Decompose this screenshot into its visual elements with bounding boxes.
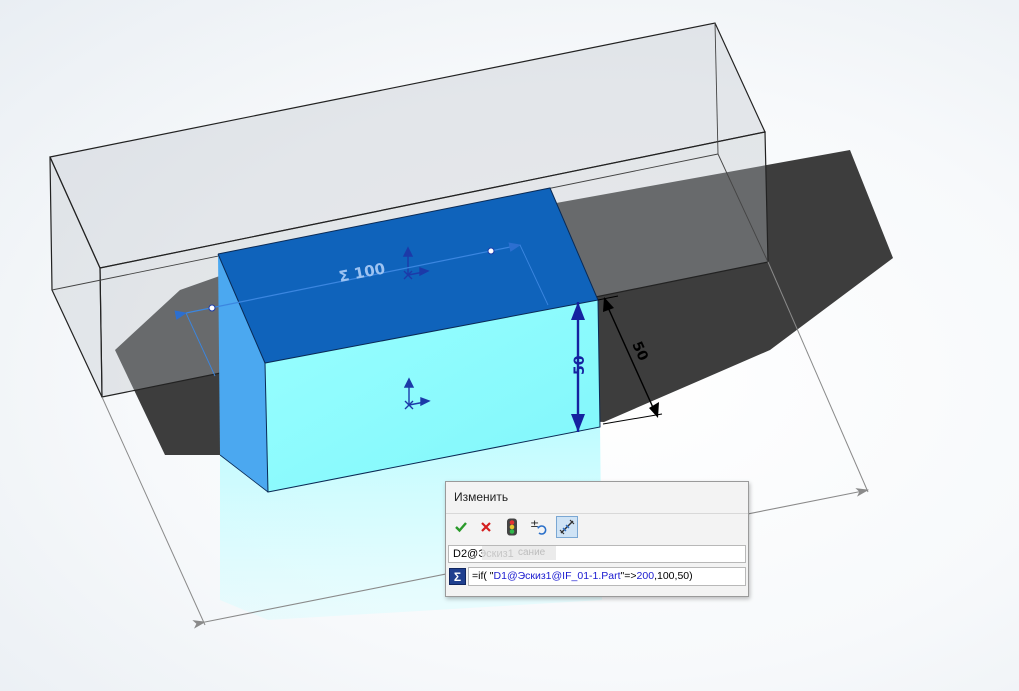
equation-operator: "=> <box>620 570 637 582</box>
dimension-height-front-label: 50 <box>572 355 588 375</box>
plus-minus-icon: ± <box>530 517 547 535</box>
dialog-title: Изменить <box>454 490 509 504</box>
equation-input[interactable]: =if( "D1@Эскиз1@IF_01-1.Part"=>200,100,5… <box>468 567 746 586</box>
dimension-name-field[interactable]: D2@Эскиз1 <box>448 545 746 563</box>
close-icon <box>481 522 491 532</box>
ok-button[interactable] <box>450 516 472 538</box>
equation-sigma-button[interactable]: Σ <box>449 568 466 585</box>
rebuild-button[interactable] <box>501 516 523 538</box>
checkmark-icon <box>455 522 467 533</box>
reset-spin-button[interactable]: ± <box>528 516 550 538</box>
equation-value-true: 200 <box>636 570 655 582</box>
cancel-button[interactable] <box>475 516 497 538</box>
dimension-mark-icon <box>559 519 575 535</box>
traffic-light-icon <box>507 518 517 536</box>
equation-value-a: 100 <box>657 570 675 582</box>
equation-value-b: 50 <box>677 570 690 582</box>
equation-prefix: =if( " <box>472 570 494 582</box>
modify-dimension-dialog[interactable]: Изменить ± D2@Эскиз1 сание Σ =if("D1@Эс… <box>445 481 749 597</box>
dialog-divider <box>446 513 748 514</box>
equation-dim-ref: D1@Эскиз1@IF_01-1.Part <box>493 570 621 582</box>
mark-dimension-button[interactable] <box>556 516 578 538</box>
equation-suffix: ) <box>689 570 693 582</box>
